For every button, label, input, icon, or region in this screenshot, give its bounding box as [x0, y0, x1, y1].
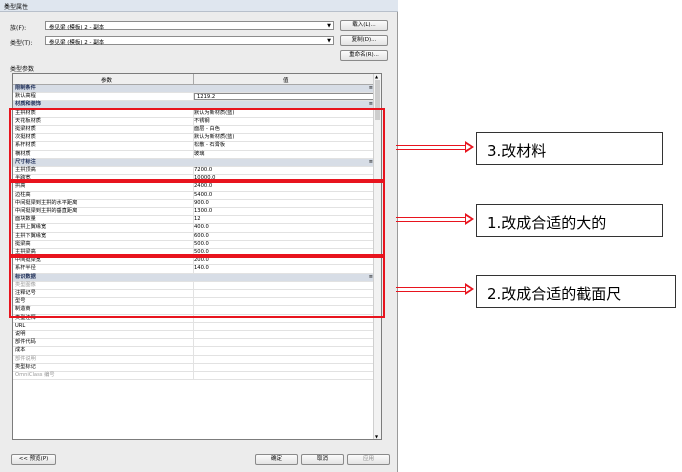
chevron-down-icon: ▼ [327, 23, 331, 29]
rename-button[interactable]: 重命名(R)... [340, 50, 388, 61]
param-name: 说明 [15, 331, 26, 337]
param-value[interactable]: 1219.2 [194, 93, 379, 101]
annotation-section: 2.改成合适的截面尺 [476, 275, 676, 308]
col-param-header: 参数 [101, 78, 113, 84]
type-select[interactable]: 参见梁 (模板) 2 - 副本 ▼ [45, 36, 334, 46]
table-row[interactable]: 说明 [13, 331, 375, 340]
close-icon[interactable]: × [4, 2, 394, 9]
chevron-down-icon: ▼ [327, 38, 331, 44]
dialog-titlebar: 类型属性 × [0, 0, 398, 12]
preview-button[interactable]: << 预览(P) [11, 454, 56, 465]
highlight-dimensions [9, 181, 385, 256]
duplicate-button[interactable]: 复制(D)... [340, 35, 388, 46]
arrow-section [396, 287, 466, 292]
apply-button[interactable]: 应用 [347, 454, 390, 465]
param-name: 部件说明 [15, 355, 36, 362]
highlight-materials [9, 108, 385, 181]
table-row[interactable]: OmniClass 编号 [13, 372, 375, 381]
table-row[interactable]: 部件代码 [13, 339, 375, 348]
family-value: 参见梁 (模板) 2 - 副本 [49, 25, 105, 31]
annotation-materials: 3.改材料 [476, 132, 663, 165]
type-label: 类型(T): [10, 40, 33, 47]
annotation-dimensions: 1.改成合适的大的 [476, 204, 663, 237]
annotation-text: 2.改成合适的截面尺 [487, 285, 622, 303]
scroll-down-icon[interactable]: ▼ [375, 434, 378, 439]
scroll-up-icon[interactable]: ▲ [375, 74, 378, 79]
group-header-row[interactable]: 限制条件 ≡ [13, 85, 375, 94]
table-row[interactable]: 默认高程 1219.2 [13, 93, 379, 102]
arrowhead-dimensions [465, 213, 474, 225]
param-name: 默认高程 [15, 93, 36, 100]
param-name: 类型标记 [15, 363, 36, 370]
highlight-section [9, 256, 385, 318]
arrowhead-materials [465, 141, 474, 153]
param-name: 部件代码 [15, 339, 36, 346]
table-row[interactable]: 类型标记 [13, 363, 375, 372]
table-row[interactable]: 成本 [13, 347, 375, 356]
load-button[interactable]: 载入(L)... [340, 20, 388, 31]
param-name: URL [15, 322, 26, 329]
param-name: 限制条件 [15, 85, 36, 91]
annotation-text: 3.改材料 [487, 142, 547, 160]
ok-button[interactable]: 确定 [255, 454, 298, 465]
cancel-button[interactable]: 取消 [301, 454, 344, 465]
family-select[interactable]: 参见梁 (模板) 2 - 副本 ▼ [45, 21, 334, 31]
table-row[interactable]: URL [13, 322, 375, 331]
type-value: 参见梁 (模板) 2 - 副本 [49, 40, 105, 46]
family-label: 族(F): [10, 25, 27, 32]
arrowhead-section [465, 283, 474, 295]
arrow-dimensions [396, 217, 466, 222]
param-name: OmniClass 编号 [15, 372, 55, 378]
annotation-text: 1.改成合适的大的 [487, 214, 607, 232]
param-name: 成本 [15, 347, 26, 354]
arrow-materials [396, 145, 466, 150]
grid-header: 参数 值 [13, 74, 375, 85]
type-params-label: 类型参数 [10, 66, 35, 73]
col-value-header: 值 [283, 78, 289, 84]
table-row[interactable]: 部件说明 [13, 355, 375, 364]
